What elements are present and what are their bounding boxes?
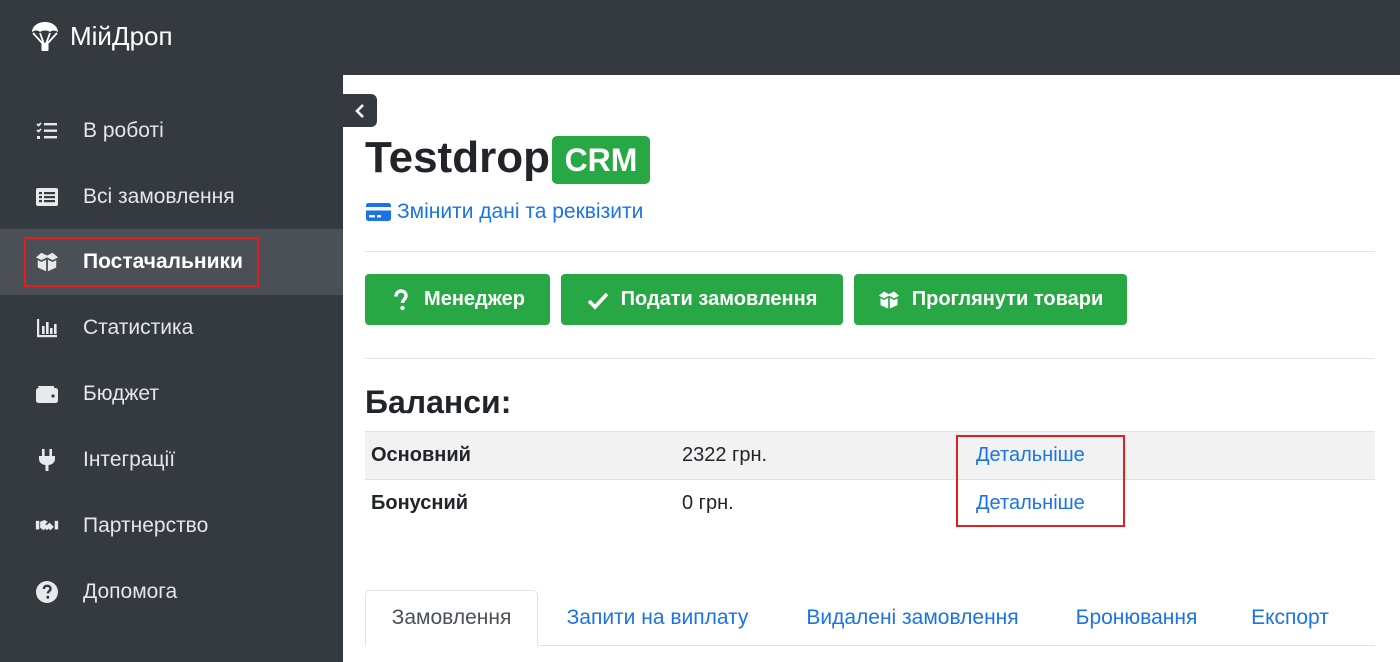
submit-order-label: Подати замовлення — [620, 288, 818, 310]
highlight-box-details — [956, 435, 1125, 527]
top-bar: МійДроп — [0, 0, 1400, 75]
sidebar-item-all-orders[interactable]: Всі замовлення — [0, 164, 343, 230]
view-products-button[interactable]: Проглянути товари — [854, 274, 1127, 325]
brand-logo[interactable]: МійДроп — [30, 20, 173, 52]
sidebar-item-label: Всі замовлення — [83, 185, 235, 208]
divider — [365, 251, 1375, 252]
question-icon — [394, 288, 408, 310]
balance-amount: 2322 грн. — [682, 444, 768, 466]
balance-row-bonus: Бонусний 0 грн. Детальніше — [365, 479, 1375, 527]
page-title: Testdrop — [365, 133, 550, 182]
balances-title: Баланси: — [365, 384, 512, 420]
tasks-icon — [34, 118, 60, 144]
balance-row-main: Основний 2322 грн. Детальніше — [365, 431, 1375, 479]
sidebar-item-label: Статистика — [83, 316, 194, 339]
sidebar-collapse-button[interactable] — [343, 94, 377, 127]
balance-name: Бонусний — [371, 492, 469, 514]
view-products-label: Проглянути товари — [911, 288, 1104, 310]
sidebar-item-label: Бюджет — [83, 382, 159, 405]
balance-name: Основний — [371, 444, 471, 466]
parachute-icon — [32, 22, 58, 51]
sidebar-item-statistics[interactable]: Статистика — [0, 295, 343, 361]
box-open-icon — [878, 291, 899, 308]
tab-deleted-orders[interactable]: Видалені замовлення — [785, 590, 1040, 646]
plug-icon — [34, 447, 60, 473]
sidebar-item-label: Інтеграції — [83, 448, 176, 471]
sidebar-item-integrations[interactable]: Інтеграції — [0, 427, 343, 493]
balance-amount: 0 грн. — [682, 492, 734, 514]
sidebar-item-label: Партнерство — [83, 514, 209, 537]
edit-details-label: Змінити дані та реквізити — [397, 200, 644, 223]
sidebar-item-partnership[interactable]: Партнерство — [0, 493, 343, 559]
highlight-box-suppliers — [24, 237, 259, 287]
chart-bar-icon — [34, 315, 60, 341]
edit-details-link[interactable]: Змінити дані та реквізити — [365, 200, 643, 224]
tab-reservations[interactable]: Бронювання — [1055, 590, 1218, 646]
sidebar-item-label: В роботі — [83, 119, 164, 142]
brand-name: МійДроп — [70, 20, 173, 51]
manager-button[interactable]: Менеджер — [365, 274, 550, 325]
question-circle-icon — [34, 579, 60, 605]
chevron-left-icon — [355, 103, 364, 118]
wallet-icon — [34, 381, 60, 407]
tab-orders[interactable]: Замовлення — [365, 590, 538, 646]
divider — [365, 358, 1375, 359]
credit-card-icon — [366, 203, 391, 221]
sidebar-item-budget[interactable]: Бюджет — [0, 361, 343, 427]
crm-badge: CRM — [552, 136, 650, 184]
check-icon — [587, 292, 608, 310]
handshake-icon — [34, 513, 60, 539]
sidebar-item-in-work[interactable]: В роботі — [0, 98, 343, 164]
list-alt-icon — [34, 184, 60, 210]
sidebar-item-label: Допомога — [83, 580, 178, 603]
submit-order-button[interactable]: Подати замовлення — [561, 274, 843, 325]
sidebar-item-help[interactable]: Допомога — [0, 559, 343, 625]
tab-export[interactable]: Експорт — [1232, 590, 1348, 646]
tab-payout-requests[interactable]: Запити на виплату — [545, 590, 770, 646]
manager-button-label: Менеджер — [424, 288, 525, 310]
